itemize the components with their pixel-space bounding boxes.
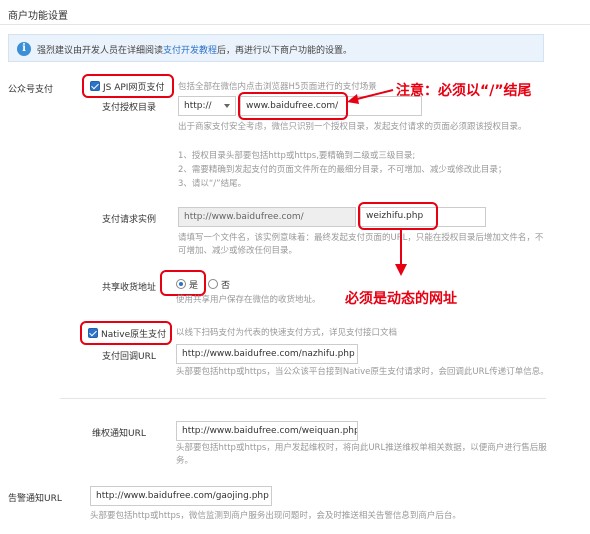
alarm-url-label: 告警通知URL: [8, 494, 62, 504]
share-address-label: 共享收货地址: [102, 283, 157, 293]
jsapi-label: JS API网页支付: [103, 83, 165, 93]
slash-note: 注意：必须以“/”结尾: [396, 83, 532, 99]
notice-prefix: 强烈建议由开发人员在详细阅读: [37, 46, 164, 56]
dynamic-note: 必须是动态的网址: [345, 291, 457, 307]
gzh-pay-label: 公众号支付: [8, 85, 54, 95]
callback-url-input[interactable]: http://www.baidufree.com/nazhifu.php: [176, 344, 358, 364]
pay-request-file-value: weizhifu.php: [366, 211, 424, 221]
section-divider: [0, 24, 590, 25]
share-yes-radio[interactable]: [176, 279, 186, 289]
protocol-value: http://: [184, 101, 212, 111]
notice-text: 强烈建议由开发人员在详细阅读支付开发教程后，再进行以下商户功能的设置。: [37, 43, 352, 56]
section-title: 商户功能设置: [8, 11, 68, 22]
share-yes-label: 是: [189, 281, 199, 291]
share-help: 使用共享用户保存在微信的收货地址。: [176, 295, 321, 305]
pay-request-label: 支付请求实例: [102, 215, 157, 225]
auth-dir-label: 支付授权目录: [102, 103, 157, 113]
pay-request-help: 请填写一个文件名，该实例意味着：最终发起支付页面的URL，只能在授权目录后增加文…: [178, 233, 544, 256]
alarm-url-input[interactable]: http://www.baidufree.com/gaojing.php: [90, 486, 272, 506]
info-icon: i: [17, 42, 31, 56]
share-no-option[interactable]: 否: [208, 278, 230, 291]
share-yes-option[interactable]: 是: [176, 278, 198, 291]
rights-url-label: 维权通知URL: [92, 429, 146, 439]
dir-help-2: 1、授权目录头部要包括http或https,要精确到二级或三级目录;: [178, 151, 416, 161]
callback-url-label: 支付回调URL: [102, 352, 156, 362]
auth-dir-value: www.baidufree.com/: [246, 101, 339, 111]
rights-url-input[interactable]: http://www.baidufree.com/weiquan.php: [176, 421, 358, 441]
arrow-down-icon: [395, 230, 407, 276]
section-divider: [60, 398, 546, 399]
arrow-left-icon: [347, 89, 394, 104]
native-desc: 以线下扫码支付为代表的快速支付方式，详见支付接口文档: [176, 328, 398, 338]
native-checkbox-row[interactable]: Native原生支付: [88, 327, 166, 340]
jsapi-checkbox[interactable]: [90, 81, 100, 91]
alarm-url-help: 头部要包括http或https，微信监测到商户服务出现问题时，会及时推送相关告警…: [90, 511, 461, 521]
share-no-label: 否: [221, 281, 231, 291]
dir-help-4: 3、请以“/”结尾。: [178, 179, 247, 189]
notice-bar: i 强烈建议由开发人员在详细阅读支付开发教程后，再进行以下商户功能的设置。: [8, 34, 544, 62]
notice-suffix: 后，再进行以下商户功能的设置。: [217, 46, 353, 56]
jsapi-checkbox-row[interactable]: JS API网页支付: [90, 80, 164, 93]
dir-help-3: 2、需要精确到发起支付的页面文件所在的最细分目录，不可增加、减少或修改此目录；: [178, 165, 507, 175]
dev-tutorial-link[interactable]: 支付开发教程: [163, 46, 217, 56]
dir-help-1: 出于商家支付安全考虑，微信只识别一个授权目录，发起支付请求的页面必须跟该授权目录…: [178, 122, 527, 132]
callback-url-help: 头部要包括http或https，当公众该平台接到Native原生支付请求时，会回…: [176, 367, 549, 377]
rights-url-help: 头部要包括http或https，用户发起维权时，将向此URL推送维权单相关数据，…: [176, 443, 547, 466]
pay-request-prefix: http://www.baidufree.com/: [178, 207, 356, 227]
protocol-select[interactable]: http://: [178, 96, 236, 116]
native-label: Native原生支付: [101, 330, 167, 340]
native-checkbox[interactable]: [88, 328, 98, 338]
share-no-radio[interactable]: [208, 279, 218, 289]
chevron-down-icon: [224, 104, 230, 108]
